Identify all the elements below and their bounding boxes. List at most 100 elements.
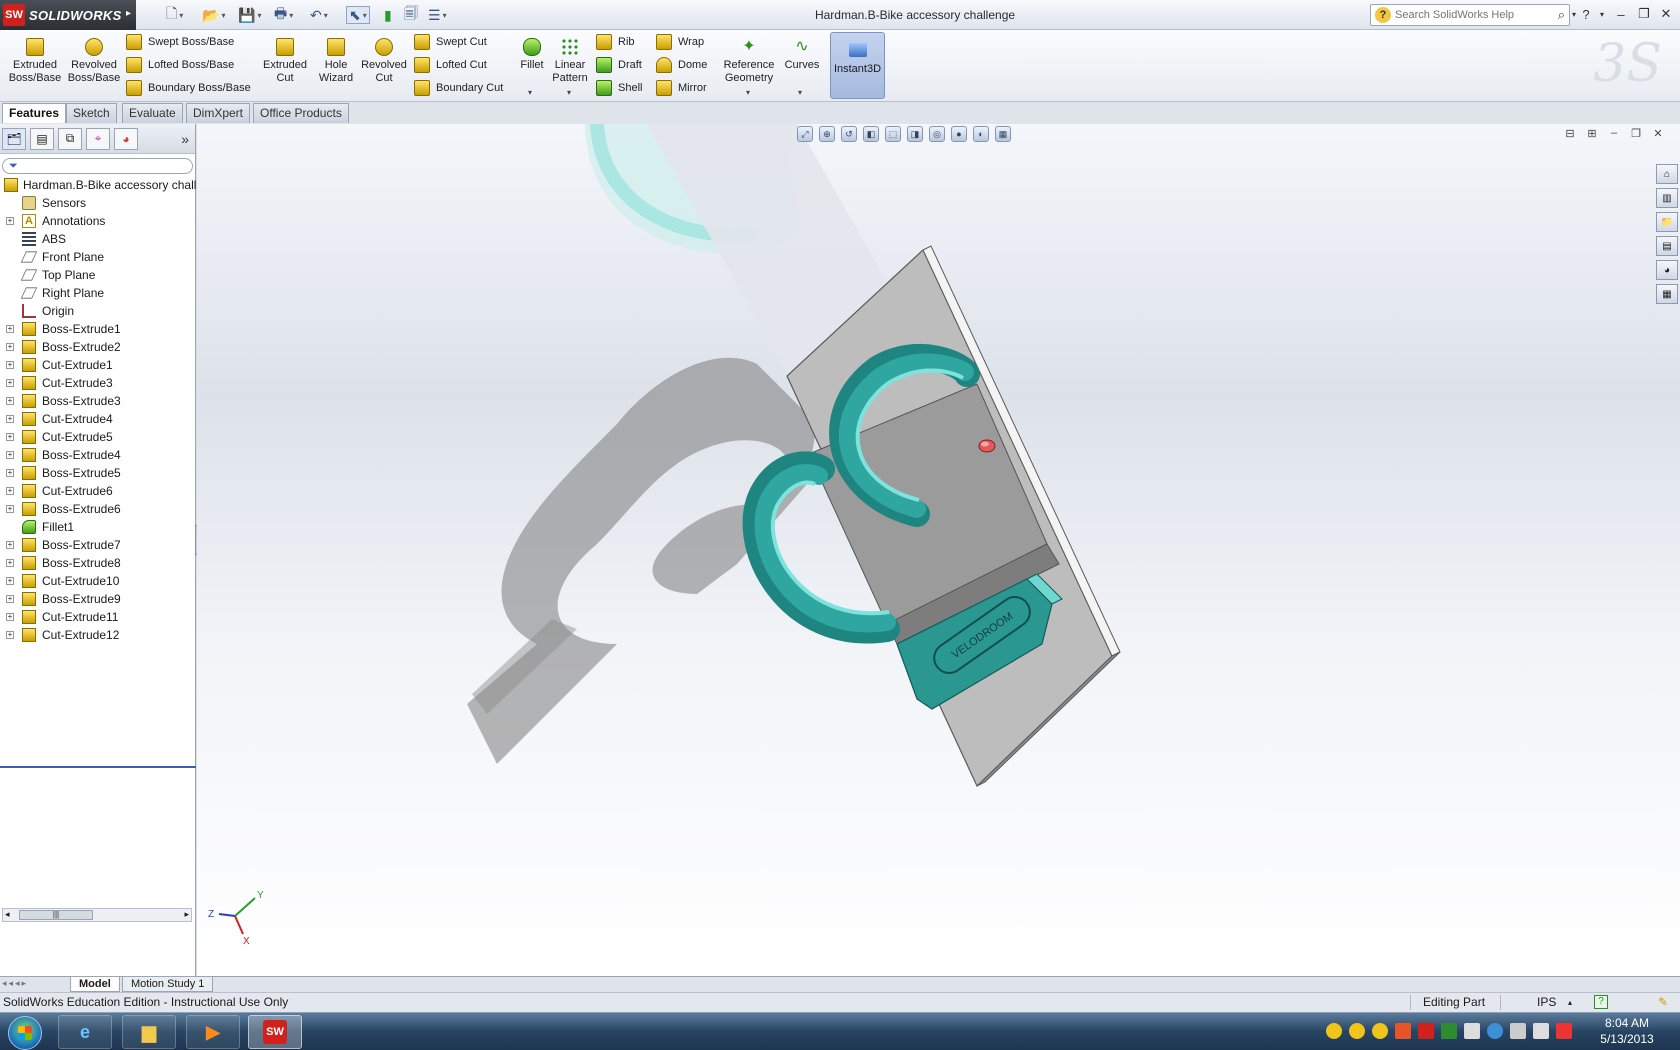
pin-icon[interactable]: ✎ [1658, 993, 1668, 1012]
tree-item[interactable]: + Boss-Extrude1 [0, 320, 196, 338]
rollback-bar[interactable] [0, 766, 196, 768]
tree-item[interactable]: + Cut-Extrude3 [0, 374, 196, 392]
restore-icon[interactable]: ❐ [1634, 5, 1654, 23]
extruded-boss-button[interactable]: Extruded Boss/Base [6, 38, 64, 85]
options-button[interactable]: ☰ ▾ [428, 6, 447, 24]
swept-boss-button[interactable]: Swept Boss/Base [126, 32, 234, 52]
expand-plus-icon[interactable]: + [6, 487, 14, 495]
tree-item[interactable]: + Cut-Extrude5 [0, 428, 196, 446]
select-button[interactable]: ⬉ ▾ [346, 6, 370, 24]
tab-motion-study-1[interactable]: Motion Study 1 [122, 977, 214, 992]
solidworks-taskbar-icon[interactable]: SW [248, 1015, 302, 1049]
expand-plus-icon[interactable]: + [6, 217, 14, 225]
property-manager-tab-icon[interactable]: ▤ [30, 127, 54, 150]
appearances-icon[interactable]: ◕ [1656, 260, 1678, 280]
open-button[interactable]: 📂 ▾ [202, 6, 225, 24]
tab-evaluate[interactable]: Evaluate [122, 103, 183, 123]
tree-item[interactable]: + Boss-Extrude8 [0, 554, 196, 572]
tree-item[interactable]: + Cut-Extrude6 [0, 482, 196, 500]
tray-monitor-icon[interactable] [1533, 1023, 1549, 1039]
tree-item[interactable]: ABS [0, 230, 196, 248]
scroll-left-icon[interactable]: ◂ [5, 909, 10, 920]
expand-plus-icon[interactable]: + [6, 595, 14, 603]
tray-network-icon[interactable] [1487, 1023, 1503, 1039]
help-search-box[interactable]: ? ⌕ [1370, 4, 1570, 26]
graphics-area[interactable]: VELODROOM ⤢ ⊕ ↺ ◧ ⬚ ◨ ◎ ● ◐ ▦ ⊟ ⊞ – ❐ ✕ … [197, 124, 1680, 976]
tree-item[interactable]: Fillet1 [0, 518, 196, 536]
internet-explorer-icon[interactable]: e [58, 1015, 112, 1049]
mirror-button[interactable]: Mirror [656, 78, 707, 98]
tab-features[interactable]: Features [2, 103, 67, 123]
tree-item[interactable]: + Boss-Extrude7 [0, 536, 196, 554]
tree-item[interactable]: + A Annotations [0, 212, 196, 230]
display-style-icon[interactable]: ◨ [907, 126, 923, 142]
tree-item[interactable]: + Boss-Extrude2 [0, 338, 196, 356]
shell-button[interactable]: Shell [596, 78, 642, 98]
quick-tips-icon[interactable]: ? [1594, 995, 1608, 1009]
scroll-right-icon[interactable]: ▸ [184, 909, 189, 920]
curves-button[interactable]: ∿ Curves [782, 38, 822, 72]
curves-dropdown-icon[interactable]: ▾ [798, 88, 802, 97]
instant3d-button[interactable]: Instant3D [830, 32, 885, 99]
fillet-button[interactable]: Fillet [516, 38, 548, 72]
expand-plus-icon[interactable]: + [6, 361, 14, 369]
start-button[interactable] [8, 1016, 42, 1050]
tree-item[interactable]: + Boss-Extrude4 [0, 446, 196, 464]
expand-plus-icon[interactable]: + [6, 505, 14, 513]
display-manager-tab-icon[interactable]: ◕ [114, 127, 138, 150]
hide-show-items-icon[interactable]: ◎ [929, 126, 945, 142]
tree-item[interactable]: + Boss-Extrude6 [0, 500, 196, 518]
linear-pattern-dropdown-icon[interactable]: ▾ [567, 88, 571, 97]
section-view-icon[interactable]: ◧ [863, 126, 879, 142]
extruded-cut-button[interactable]: Extruded Cut [256, 38, 314, 85]
solidworks-menu-button[interactable]: SW SOLIDWORKS [0, 0, 136, 30]
units-dropdown-icon[interactable]: ▴ [1568, 993, 1572, 1012]
horizontal-scrollbar[interactable]: ◂ ||| ▸ [2, 908, 192, 922]
expand-plus-icon[interactable]: + [6, 415, 14, 423]
tree-item[interactable]: + Cut-Extrude1 [0, 356, 196, 374]
tray-volume-muted-icon[interactable] [1556, 1023, 1572, 1039]
undo-button[interactable]: ↶ ▾ [310, 6, 328, 24]
expand-plus-icon[interactable]: + [6, 379, 14, 387]
view-settings-icon[interactable]: ▦ [995, 126, 1011, 142]
expand-plus-icon[interactable]: + [6, 433, 14, 441]
search-input[interactable] [1395, 9, 1535, 21]
revolved-boss-button[interactable]: Revolved Boss/Base [66, 38, 122, 85]
solidworks-resources-icon[interactable]: ⌂ [1656, 164, 1678, 184]
tray-solidworks-icon[interactable] [1418, 1023, 1434, 1039]
tab-office-products[interactable]: Office Products [253, 103, 349, 123]
swept-cut-button[interactable]: Swept Cut [414, 32, 487, 52]
revolved-cut-button[interactable]: Revolved Cut [358, 38, 410, 85]
tab-dimxpert[interactable]: DimXpert [186, 103, 251, 123]
expand-plus-icon[interactable]: + [6, 559, 14, 567]
custom-properties-icon[interactable]: ▦ [1656, 284, 1678, 304]
dimxpert-manager-tab-icon[interactable]: ⌖ [86, 127, 110, 150]
tray-warning-icon[interactable] [1349, 1023, 1365, 1039]
tray-warning-icon[interactable] [1372, 1023, 1388, 1039]
viewport-split-icon[interactable]: ⊟ [1562, 126, 1578, 140]
tree-item[interactable]: Sensors [0, 194, 196, 212]
hole-wizard-button[interactable]: Hole Wizard [316, 38, 356, 85]
rib-button[interactable]: Rib [596, 32, 635, 52]
expand-plus-icon[interactable]: + [6, 397, 14, 405]
tray-security-icon[interactable] [1441, 1023, 1457, 1039]
view-orientation-icon[interactable]: ⬚ [885, 126, 901, 142]
rebuild-button[interactable]: ▮ [384, 6, 392, 24]
reference-geometry-button[interactable]: ✦ Reference Geometry [720, 38, 778, 85]
fillet-dropdown-icon[interactable]: ▾ [528, 88, 532, 97]
viewport-restore-icon[interactable]: ❐ [1628, 126, 1644, 140]
close-icon[interactable]: ✕ [1656, 5, 1676, 23]
wrap-button[interactable]: Wrap [656, 32, 704, 52]
file-properties-button[interactable]: 🗐 [404, 5, 418, 24]
expand-plus-icon[interactable]: + [6, 469, 14, 477]
tray-office-icon[interactable] [1395, 1023, 1411, 1039]
apply-scene-icon[interactable]: ◐ [973, 126, 989, 142]
view-palette-icon[interactable]: ▤ [1656, 236, 1678, 256]
taskbar-clock[interactable]: 8:04 AM 5/13/2013 [1590, 1015, 1664, 1047]
scrollbar-thumb[interactable]: ||| [19, 910, 93, 920]
expand-plus-icon[interactable]: + [6, 613, 14, 621]
help-dropdown-icon[interactable]: ▾ [1592, 5, 1612, 23]
new-document-button[interactable]: 🗋 ▾ [166, 5, 183, 24]
expand-plus-icon[interactable]: + [6, 343, 14, 351]
lofted-boss-button[interactable]: Lofted Boss/Base [126, 55, 234, 75]
